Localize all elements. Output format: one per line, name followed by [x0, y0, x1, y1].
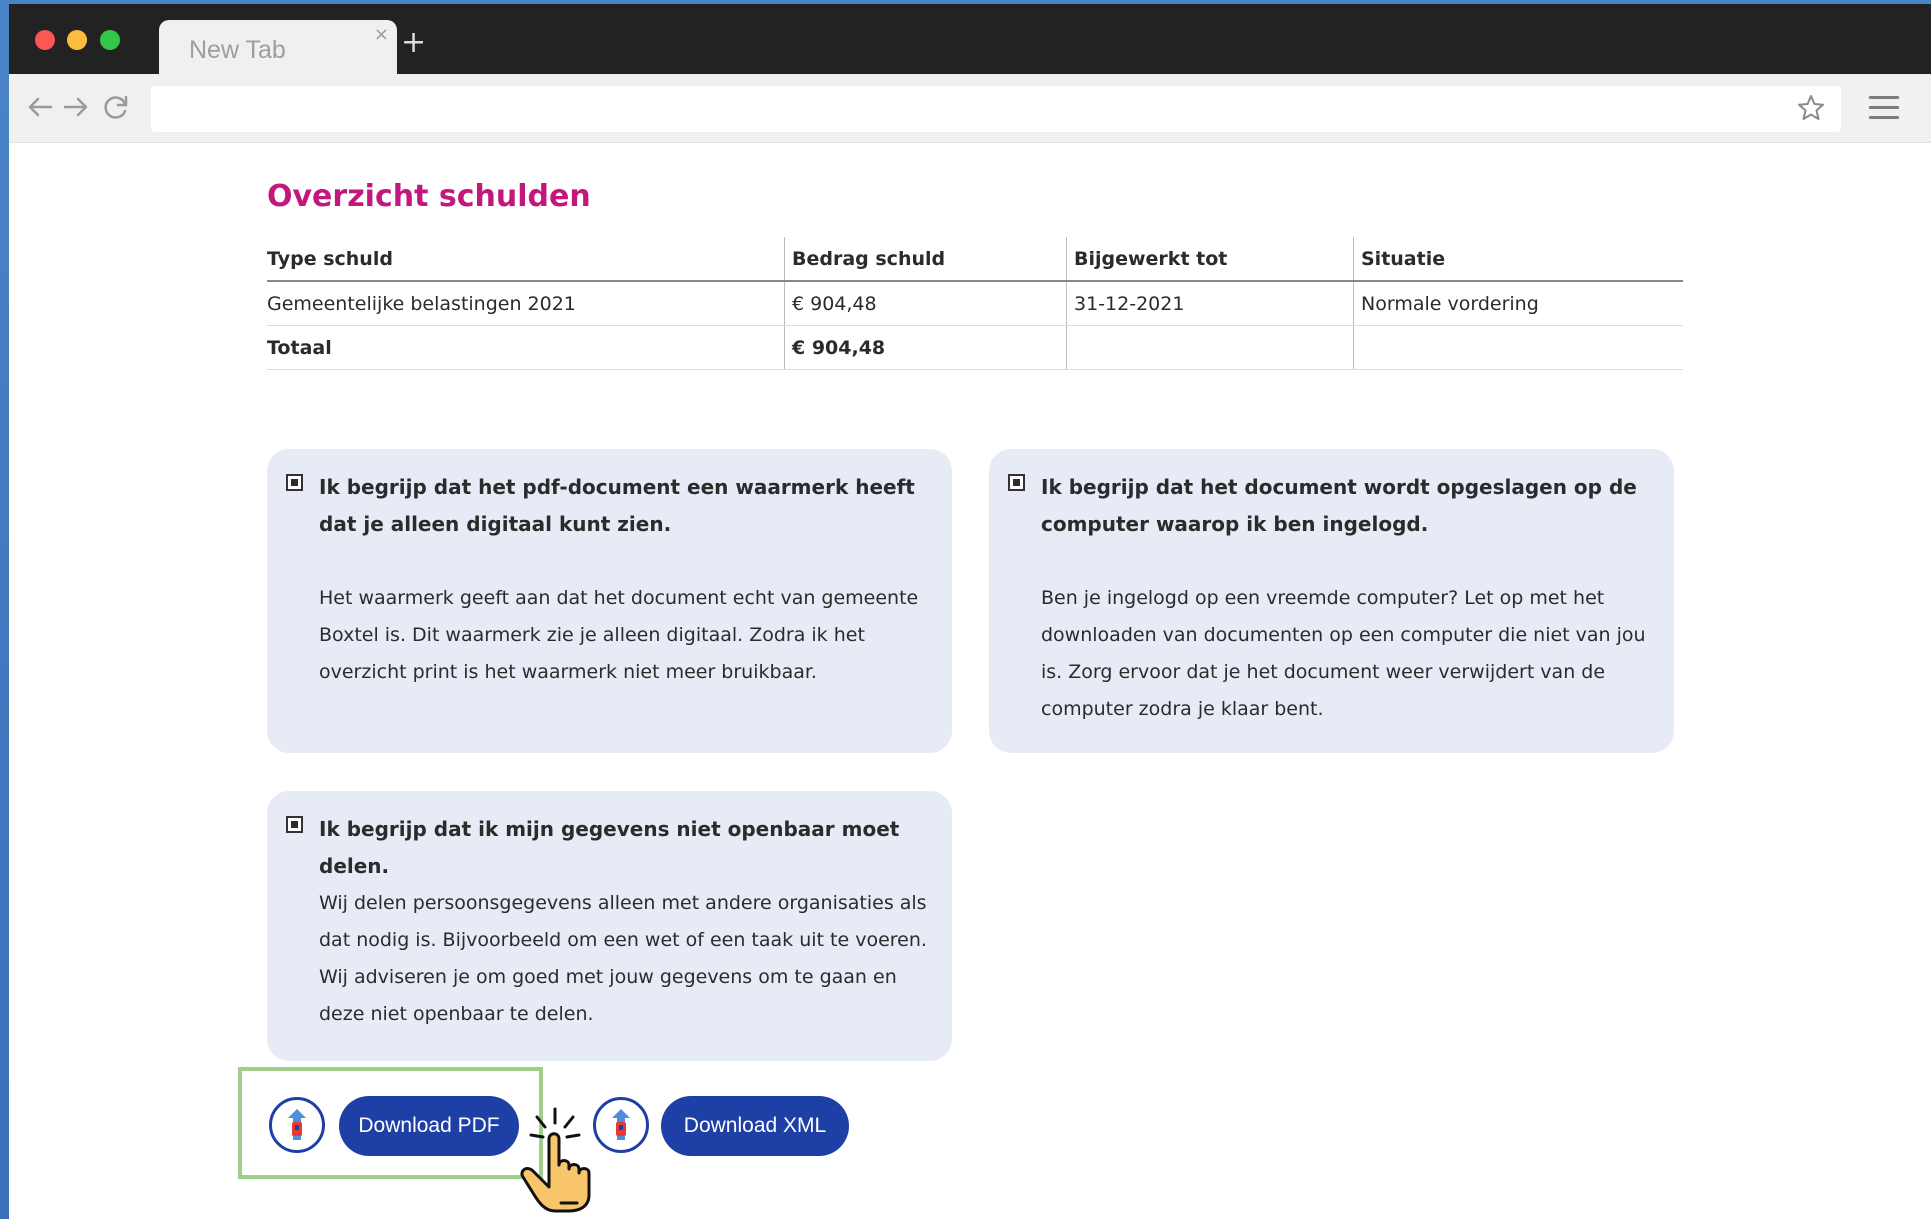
consent-card-privacy: Ik begrijp dat ik mijn gegevens niet ope…	[267, 791, 952, 1061]
tab-bar: New Tab × +	[9, 4, 1931, 76]
page-content: Overzicht schulden Type schuld Bedrag sc…	[9, 143, 1931, 1219]
maximize-window-button[interactable]	[100, 30, 120, 50]
checkbox-checked-icon[interactable]	[286, 816, 303, 833]
total-amount: € 904,48	[784, 325, 1067, 370]
table-cell: 31-12-2021	[1066, 281, 1354, 326]
table-cell	[1066, 325, 1354, 370]
tab-new-tab[interactable]: New Tab ×	[159, 20, 397, 76]
column-header: Situatie	[1353, 237, 1683, 282]
close-window-button[interactable]	[35, 30, 55, 50]
back-arrow-icon[interactable]	[25, 92, 55, 122]
checkbox-checked-icon[interactable]	[1008, 474, 1025, 491]
consent-heading: Ik begrijp dat het document wordt opgesl…	[1041, 475, 1637, 536]
debts-table: Type schuld Bedrag schuld Bijgewerkt tot…	[267, 237, 1683, 370]
table-cell: Normale vordering	[1353, 281, 1683, 326]
minimize-window-button[interactable]	[67, 30, 87, 50]
download-pdf-button[interactable]: Download PDF	[339, 1096, 519, 1156]
total-label: Totaal	[267, 325, 785, 370]
table-header-row: Type schuld Bedrag schuld Bijgewerkt tot…	[267, 237, 1683, 282]
column-header: Type schuld	[267, 237, 785, 282]
hamburger-menu-icon[interactable]	[1869, 96, 1899, 122]
reload-icon[interactable]	[101, 92, 131, 122]
consent-heading: Ik begrijp dat het pdf-document een waar…	[319, 475, 915, 536]
browser-toolbar	[9, 74, 1931, 143]
consent-text: Wij delen persoonsgegevens alleen met an…	[319, 892, 927, 1025]
table-total-row: Totaal € 904,48	[267, 325, 1683, 370]
pointer-hand-icon	[520, 1107, 591, 1213]
download-xml-button[interactable]: Download XML	[661, 1096, 849, 1156]
consent-card-storage: Ik begrijp dat het document wordt opgesl…	[989, 449, 1674, 753]
new-tab-button[interactable]: +	[401, 28, 426, 58]
table-row: Gemeentelijke belastingen 2021 € 904,48 …	[267, 281, 1683, 326]
page-title: Overzicht schulden	[267, 179, 591, 214]
consent-text: Ben je ingelogd op een vreemde computer?…	[1041, 587, 1646, 720]
checkbox-checked-icon[interactable]	[286, 474, 303, 491]
browser-window: New Tab × + Overzicht schulden Type schu…	[9, 4, 1931, 1219]
tab-title: New Tab	[189, 36, 286, 64]
star-icon[interactable]	[1797, 94, 1825, 122]
forward-arrow-icon[interactable]	[61, 92, 91, 122]
consent-heading: Ik begrijp dat ik mijn gegevens niet ope…	[319, 817, 900, 878]
table-cell	[1353, 325, 1683, 370]
consent-text: Het waarmerk geeft aan dat het document …	[319, 587, 919, 683]
table-cell: Gemeentelijke belastingen 2021	[267, 281, 785, 326]
tab-close-icon[interactable]: ×	[374, 24, 389, 45]
table-cell: € 904,48	[784, 281, 1067, 326]
column-header: Bijgewerkt tot	[1066, 237, 1354, 282]
consent-card-watermark: Ik begrijp dat het pdf-document een waar…	[267, 449, 952, 753]
column-header: Bedrag schuld	[784, 237, 1067, 282]
address-bar[interactable]	[151, 86, 1841, 132]
download-document-icon	[269, 1097, 325, 1153]
